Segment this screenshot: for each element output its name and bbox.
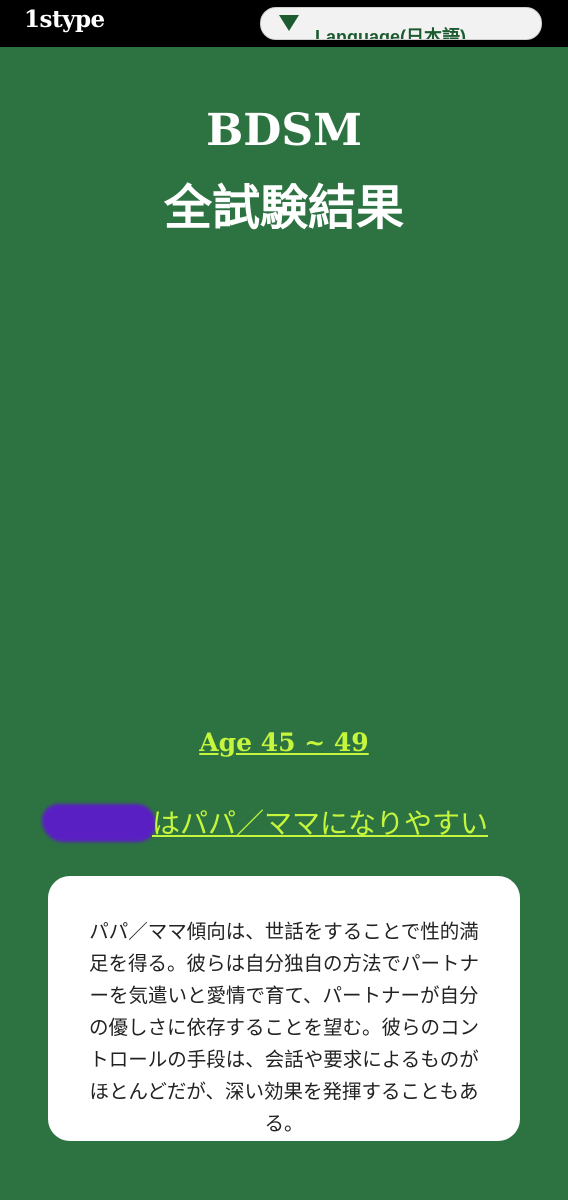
language-select-label: Language(日本語): [315, 27, 466, 40]
top-bar: 1stype Language(日本語): [0, 0, 568, 47]
triangle-down-icon: [279, 15, 299, 31]
site-logo[interactable]: 1stype: [24, 6, 105, 33]
description-card: パパ／ママ傾向は、世話をすることで性的満足を得る。彼らは自分独自の方法でパートナ…: [48, 876, 520, 1141]
redacted-name-scribble: [42, 804, 156, 842]
description-text: パパ／ママ傾向は、世話をすることで性的満足を得る。彼らは自分独自の方法でパートナ…: [88, 920, 479, 1135]
age-range-link[interactable]: Age 45 ~ 49: [0, 728, 568, 757]
result-link[interactable]: はパパ／ママになりやすい: [152, 802, 488, 842]
page-title-line2: 全試験結果: [163, 180, 404, 236]
result-heading: はパパ／ママになりやすい: [40, 800, 550, 845]
language-select[interactable]: Language(日本語): [260, 7, 542, 40]
page-title-line1: BDSM: [206, 105, 362, 156]
